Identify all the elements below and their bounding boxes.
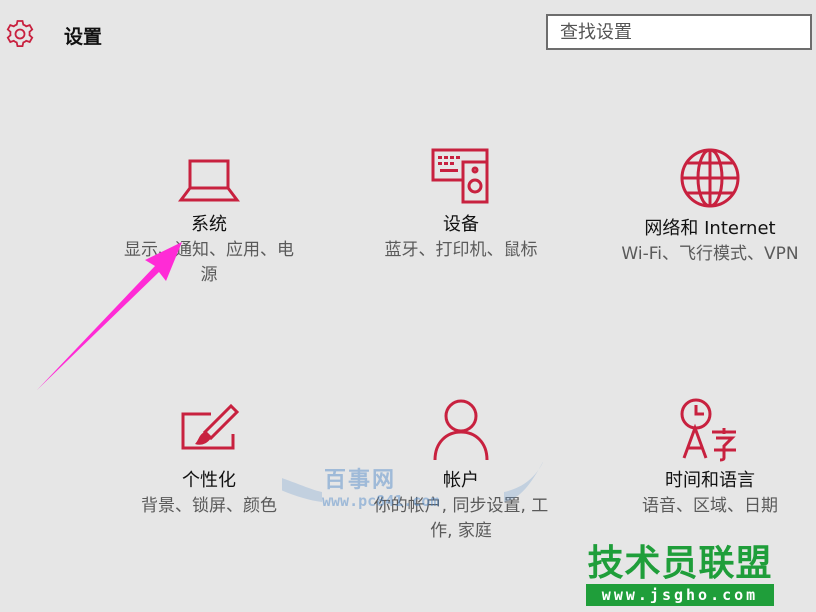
tile-title: 时间和语言	[665, 470, 755, 491]
tile-description: 语音、区域、日期	[642, 496, 778, 516]
tile-network[interactable]: 网络和 Internet Wi-Fi、飞行模式、VPN	[595, 146, 816, 267]
tile-description: 显示、通知、应用、电 源	[124, 240, 294, 285]
tile-system[interactable]: 系统 显示、通知、应用、电 源	[94, 150, 324, 288]
page-title: 设置	[64, 26, 103, 48]
person-icon	[433, 399, 489, 461]
tile-title: 帐户	[443, 470, 479, 491]
site-logo: 技术员联盟 www.jsgho.com	[586, 544, 774, 608]
tile-description: 背景、锁屏、颜色	[141, 496, 277, 516]
tile-title: 设备	[443, 214, 479, 235]
tile-title: 个性化	[182, 470, 236, 491]
tile-title: 系统	[191, 214, 227, 235]
tile-description: 你的帐户, 同步设置, 工 作, 家庭	[373, 496, 549, 541]
logo-url: www.jsgho.com	[586, 584, 774, 606]
logo-text: 技术员联盟	[587, 543, 773, 584]
tile-description: Wi-Fi、飞行模式、VPN	[621, 244, 799, 264]
laptop-icon	[178, 159, 240, 202]
tile-personalization[interactable]: 个性化 背景、锁屏、颜色	[94, 400, 324, 519]
search-box[interactable]	[546, 14, 812, 50]
tile-accounts[interactable]: 帐户 你的帐户, 同步设置, 工 作, 家庭	[346, 396, 576, 544]
tile-devices[interactable]: 设备 蓝牙、打印机、鼠标	[346, 146, 576, 263]
gear-icon	[6, 20, 34, 47]
search-input[interactable]	[548, 16, 810, 48]
devices-icon	[431, 148, 489, 204]
tile-time-language[interactable]: 时间和语言 语音、区域、日期	[595, 396, 816, 519]
globe-icon	[680, 148, 740, 208]
tile-description: 蓝牙、打印机、鼠标	[384, 240, 538, 260]
tile-title: 网络和 Internet	[644, 218, 776, 239]
time-language-icon	[680, 398, 736, 462]
personalization-icon	[181, 403, 240, 450]
